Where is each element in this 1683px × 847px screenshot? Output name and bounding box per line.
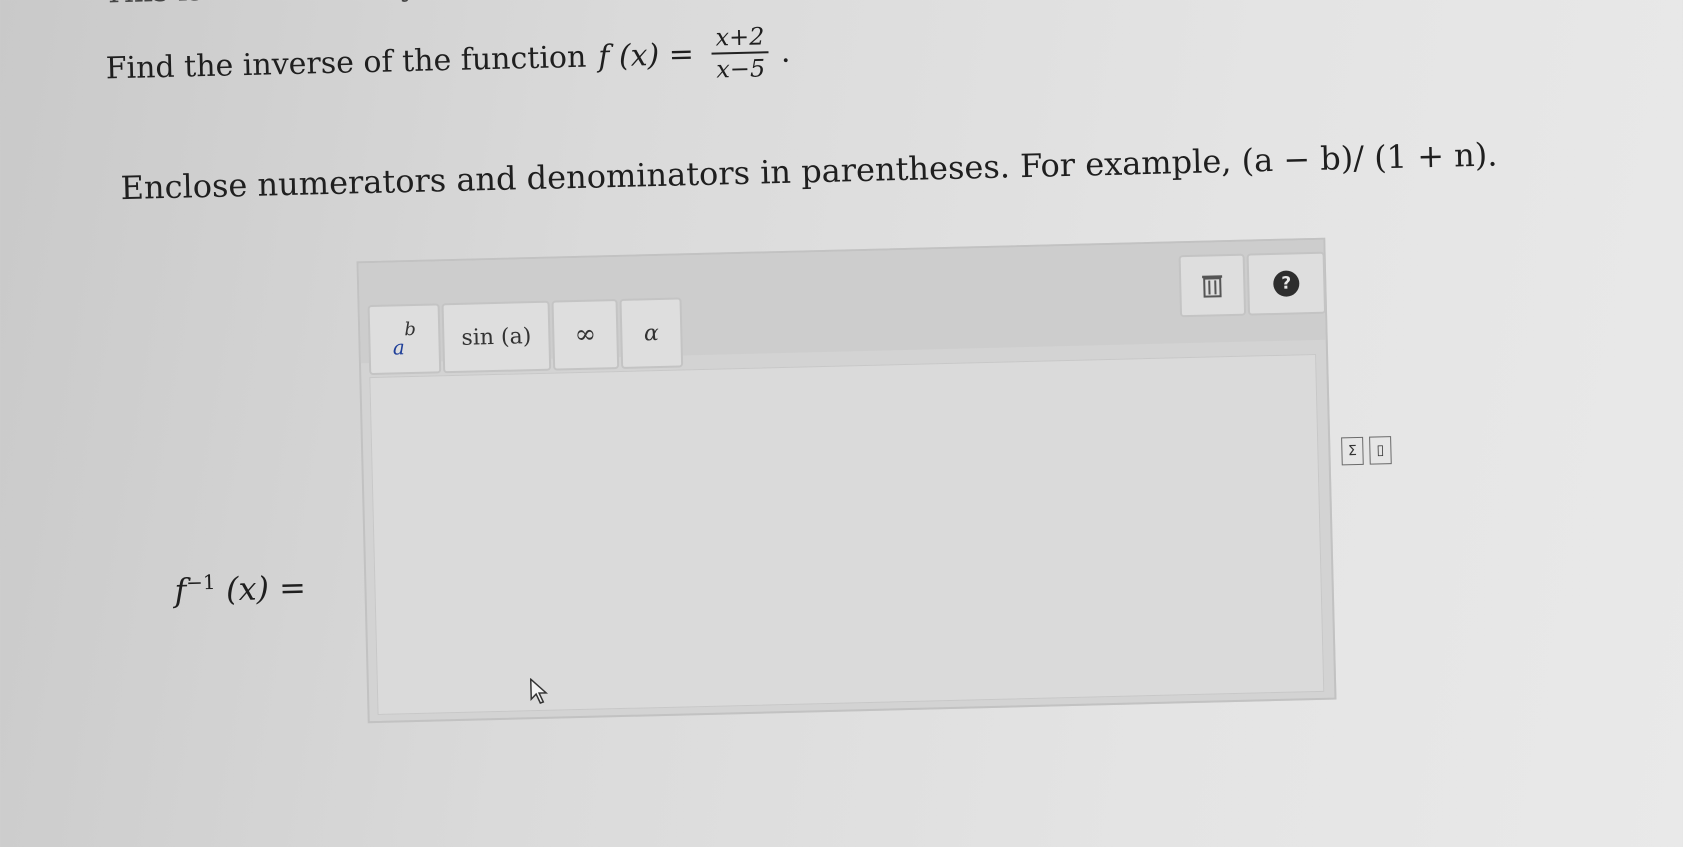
help-icon: ? <box>1273 270 1300 297</box>
sin-button[interactable]: sin (a) <box>441 300 552 374</box>
exponent-power: b <box>404 318 417 340</box>
answer-label-f: f <box>174 571 187 610</box>
mouse-pointer-icon <box>529 677 549 704</box>
math-input-widget: a b sin (a) ∞ α ? <box>356 237 1337 724</box>
trash-icon <box>1202 275 1223 298</box>
answer-label-rest: (x) = <box>215 568 307 609</box>
side-tools: Σ ▯ <box>1341 436 1392 466</box>
answer-label-exponent: −1 <box>185 569 216 595</box>
question-prefix: Find the inverse of the function <box>105 39 587 87</box>
document-icon[interactable]: ▯ <box>1369 436 1392 465</box>
math-toolbar: a b sin (a) ∞ α ? <box>358 239 1327 376</box>
function-name: f (x) = <box>597 36 695 75</box>
answer-label: f−1 (x) = <box>174 568 307 610</box>
answer-input[interactable] <box>369 353 1325 715</box>
cut-off-heading: This is similar to Try <box>103 0 417 10</box>
question-text: Find the inverse of the function f (x) =… <box>105 22 791 98</box>
infinity-button[interactable]: ∞ <box>551 299 620 371</box>
exponent-button[interactable]: a b <box>367 303 442 376</box>
exponent-base: a <box>392 335 406 360</box>
question-suffix: . <box>780 34 791 70</box>
clear-button[interactable] <box>1178 253 1247 318</box>
instruction-text: Enclose numerators and denominators in p… <box>120 135 1498 208</box>
equation-editor-icon[interactable]: Σ <box>1341 436 1364 466</box>
help-button[interactable]: ? <box>1246 251 1327 316</box>
page: This is similar to Try Find the inverse … <box>0 0 1683 847</box>
fraction-numerator: x+2 <box>711 22 769 56</box>
function-fraction: x+2 x−5 <box>711 22 769 84</box>
alpha-button[interactable]: α <box>619 297 684 369</box>
fraction-denominator: x−5 <box>715 54 766 84</box>
